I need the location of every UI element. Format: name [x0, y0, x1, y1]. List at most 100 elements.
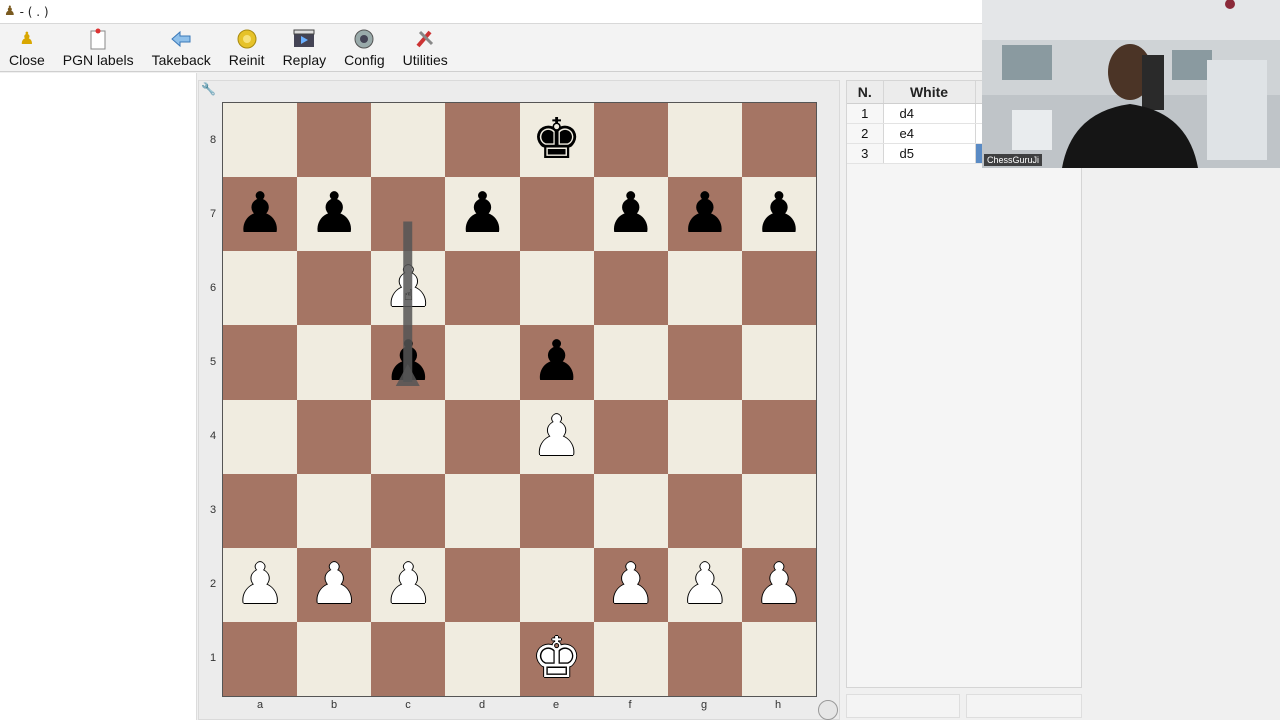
moves-panel: N. White 1 d4 2 e4 3 d5 [846, 80, 1082, 688]
black-pawn-icon[interactable]: ♟ [531, 334, 581, 390]
white-pawn-icon[interactable]: ♟ [531, 408, 581, 465]
square-e2[interactable] [519, 547, 594, 622]
square-h1[interactable] [741, 621, 816, 696]
black-king-icon[interactable]: ♚ [531, 112, 581, 168]
file-label: h [774, 699, 782, 711]
square-h8[interactable] [741, 103, 816, 178]
square-b4[interactable] [297, 399, 372, 474]
white-pawn-icon[interactable]: ♟ [235, 556, 285, 613]
white-header: White [883, 81, 976, 104]
square-c5[interactable]: ♟ [371, 325, 446, 400]
white-pawn-icon[interactable]: ♟ [309, 556, 359, 613]
square-d1[interactable] [445, 621, 520, 696]
square-h6[interactable] [741, 251, 816, 326]
black-pawn-icon[interactable]: ♟ [606, 186, 656, 242]
square-g6[interactable] [667, 251, 742, 326]
square-b2[interactable]: ♟ [297, 547, 372, 622]
webcam-image [982, 0, 1280, 168]
square-f7[interactable]: ♟ [593, 177, 668, 252]
square-h4[interactable] [741, 399, 816, 474]
square-c7[interactable] [371, 177, 446, 252]
square-e3[interactable] [519, 473, 594, 548]
square-b8[interactable] [297, 103, 372, 178]
square-g1[interactable] [667, 621, 742, 696]
square-a5[interactable] [223, 325, 298, 400]
square-a3[interactable] [223, 473, 298, 548]
square-g7[interactable]: ♟ [667, 177, 742, 252]
wrench-icon[interactable]: 🔧 [201, 82, 216, 96]
square-b1[interactable] [297, 621, 372, 696]
square-e6[interactable] [519, 251, 594, 326]
square-b3[interactable] [297, 473, 372, 548]
white-pawn-icon[interactable]: ♟ [383, 556, 433, 613]
square-h5[interactable] [741, 325, 816, 400]
black-pawn-icon[interactable]: ♟ [457, 186, 507, 242]
square-g4[interactable] [667, 399, 742, 474]
file-label: a [256, 699, 264, 711]
black-pawn-icon[interactable]: ♟ [235, 186, 285, 242]
white-pawn-icon[interactable]: ♟ [754, 556, 804, 613]
white-move[interactable]: d5 [883, 143, 976, 164]
close-button[interactable]: ♟ Close [0, 23, 54, 71]
square-b5[interactable] [297, 325, 372, 400]
square-a7[interactable]: ♟ [223, 177, 298, 252]
square-b7[interactable]: ♟ [297, 177, 372, 252]
square-h7[interactable]: ♟ [741, 177, 816, 252]
square-a2[interactable]: ♟ [223, 547, 298, 622]
square-d4[interactable] [445, 399, 520, 474]
square-c4[interactable] [371, 399, 446, 474]
config-button[interactable]: Config [335, 23, 393, 71]
square-a1[interactable] [223, 621, 298, 696]
pgn-labels-button[interactable]: PGN labels [54, 23, 143, 71]
square-g8[interactable] [667, 103, 742, 178]
square-e8[interactable]: ♚ [519, 103, 594, 178]
takeback-button[interactable]: Takeback [143, 23, 220, 71]
reinit-icon [235, 27, 259, 51]
white-move[interactable]: e4 [883, 123, 976, 144]
square-c8[interactable] [371, 103, 446, 178]
black-pawn-icon[interactable]: ♟ [383, 334, 433, 390]
square-f3[interactable] [593, 473, 668, 548]
square-f6[interactable] [593, 251, 668, 326]
square-a6[interactable] [223, 251, 298, 326]
square-d5[interactable] [445, 325, 520, 400]
square-a4[interactable] [223, 399, 298, 474]
square-f4[interactable] [593, 399, 668, 474]
square-c2[interactable]: ♟ [371, 547, 446, 622]
square-d3[interactable] [445, 473, 520, 548]
square-g2[interactable]: ♟ [667, 547, 742, 622]
square-e1[interactable]: ♚ [519, 621, 594, 696]
square-f8[interactable] [593, 103, 668, 178]
square-e4[interactable]: ♟ [519, 399, 594, 474]
utilities-button[interactable]: Utilities [394, 23, 457, 71]
square-e5[interactable]: ♟ [519, 325, 594, 400]
square-f2[interactable]: ♟ [593, 547, 668, 622]
square-a8[interactable] [223, 103, 298, 178]
square-d2[interactable] [445, 547, 520, 622]
square-e7[interactable] [519, 177, 594, 252]
white-move[interactable]: d4 [883, 103, 976, 124]
replay-button[interactable]: Replay [274, 23, 336, 71]
white-pawn-icon[interactable]: ♟ [606, 556, 656, 613]
black-pawn-icon[interactable]: ♟ [309, 186, 359, 242]
square-g3[interactable] [667, 473, 742, 548]
white-king-icon[interactable]: ♚ [531, 630, 581, 687]
black-pawn-icon[interactable]: ♟ [680, 186, 730, 242]
square-g5[interactable] [667, 325, 742, 400]
square-c1[interactable] [371, 621, 446, 696]
square-d7[interactable]: ♟ [445, 177, 520, 252]
chess-board[interactable]: ♚ ♟ ♟ ♟ ♟ ♟ ♟ ♟ ♟ ♟ ♟ ♟ ♟ ♟ ♟ ♟ ♟ ♚ [222, 102, 817, 697]
reinit-button[interactable]: Reinit [220, 23, 274, 71]
black-pawn-icon[interactable]: ♟ [754, 186, 804, 242]
square-b6[interactable] [297, 251, 372, 326]
white-pawn-icon[interactable]: ♟ [680, 556, 730, 613]
square-d6[interactable] [445, 251, 520, 326]
square-h2[interactable]: ♟ [741, 547, 816, 622]
square-h3[interactable] [741, 473, 816, 548]
config-icon [352, 27, 376, 51]
square-d8[interactable] [445, 103, 520, 178]
square-c3[interactable] [371, 473, 446, 548]
square-f1[interactable] [593, 621, 668, 696]
square-f5[interactable] [593, 325, 668, 400]
flip-board-button[interactable] [818, 700, 838, 720]
